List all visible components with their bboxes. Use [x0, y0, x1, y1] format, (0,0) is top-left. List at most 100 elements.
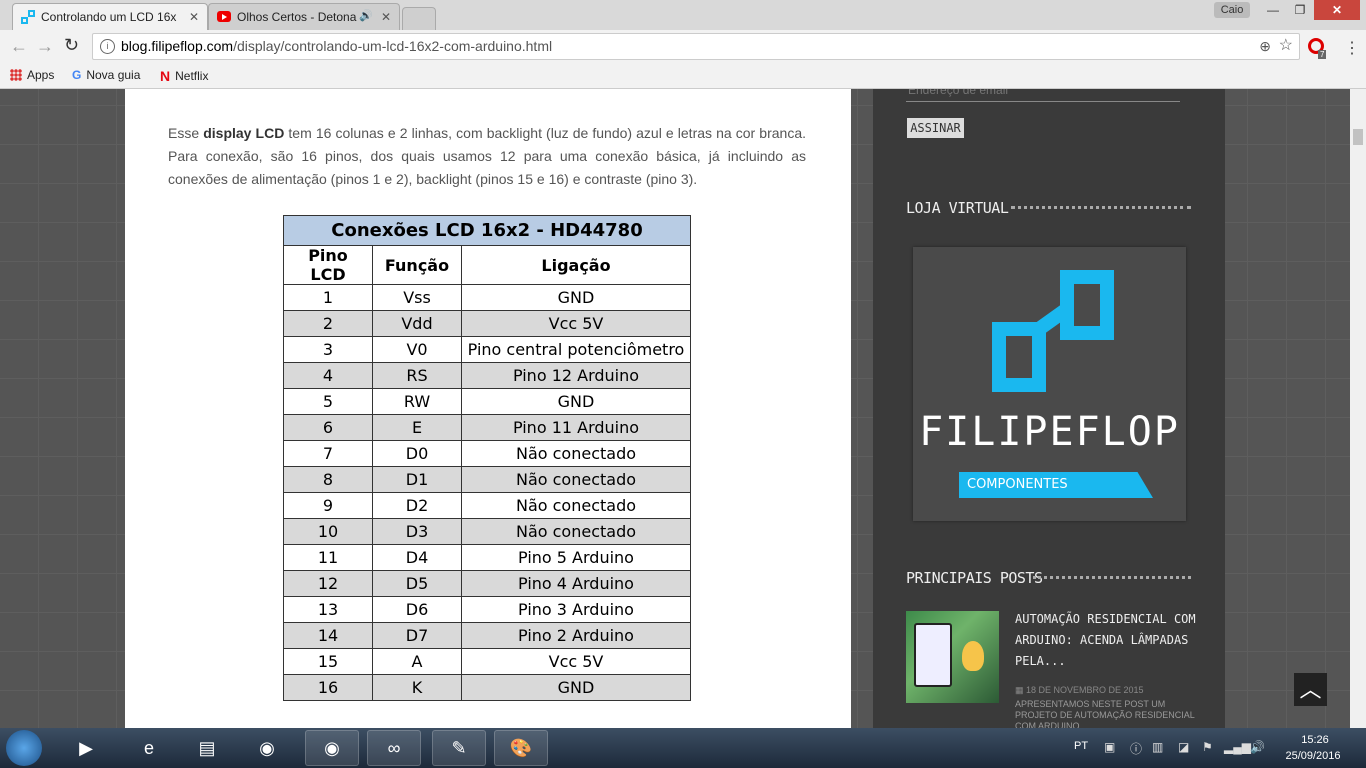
google-icon: G: [72, 68, 82, 82]
filipeflop-favicon-icon: [21, 10, 35, 24]
table-row: 10 D3 Não conectado: [283, 518, 691, 545]
close-window-button[interactable]: ✕: [1314, 0, 1360, 20]
table-cell: D3: [372, 518, 462, 545]
action-center-icon[interactable]: ⚑: [1202, 740, 1213, 754]
bookmark-label: Netflix: [175, 69, 209, 83]
new-tab-button[interactable]: [402, 7, 436, 30]
window-titlebar: Controlando um LCD 16x ✕ Olhos Certos - …: [0, 0, 1366, 30]
media-player-icon[interactable]: ▶: [58, 730, 114, 766]
table-cell: Pino 2 Arduino: [461, 622, 691, 649]
notepad-icon[interactable]: ✎: [432, 730, 486, 766]
bookmark-netflix[interactable]: N Netflix: [160, 68, 208, 84]
chevron-up-icon: ︿: [1299, 677, 1322, 702]
maximize-button[interactable]: ❐: [1287, 0, 1313, 20]
table-cell: D6: [372, 596, 462, 623]
forward-arrow-icon[interactable]: →: [36, 36, 54, 57]
table-cell: 1: [283, 284, 373, 311]
volume-icon[interactable]: 🔊: [1250, 740, 1265, 754]
table-cell: RS: [372, 362, 462, 389]
table-row: 15 A Vcc 5V: [283, 648, 691, 675]
bookmark-label: Apps: [27, 68, 55, 82]
apps-grid-icon: [10, 69, 22, 81]
table-cell: Pino 4 Arduino: [461, 570, 691, 597]
column-header: Função: [372, 245, 462, 285]
table-row: 8 D1 Não conectado: [283, 466, 691, 493]
bookmark-apps[interactable]: Apps: [10, 68, 54, 82]
post-thumbnail[interactable]: [906, 611, 999, 703]
post-title-link[interactable]: AUTOMAÇÃO RESIDENCIAL COM ARDUINO: ACEND…: [1015, 609, 1205, 672]
start-button[interactable]: [6, 730, 42, 766]
table-row: 1 Vss GND: [283, 284, 691, 311]
clock-date[interactable]: 25/09/2016: [1280, 750, 1346, 762]
tab-title: Olhos Certos - Detona: [237, 10, 357, 24]
table-cell: Vcc 5V: [461, 648, 691, 675]
close-tab-icon[interactable]: ✕: [381, 10, 391, 24]
subscribe-button[interactable]: ASSINAR: [907, 118, 964, 138]
store-banner[interactable]: FILIPEFLOP COMPONENTES ELETRÔNICOS: [913, 247, 1186, 521]
network-icon[interactable]: ▥: [1152, 740, 1163, 754]
table-cell: D5: [372, 570, 462, 597]
table-cell: D4: [372, 544, 462, 571]
table-row: 13 D6 Pino 3 Arduino: [283, 596, 691, 623]
phone-image: [914, 623, 952, 687]
table-cell: 7: [283, 440, 373, 467]
reload-icon[interactable]: ↻: [64, 35, 79, 56]
internet-explorer-icon[interactable]: e: [122, 730, 176, 766]
table-cell: 10: [283, 518, 373, 545]
table-cell: 3: [283, 336, 373, 363]
lamp-image: [962, 641, 984, 671]
arduino-icon[interactable]: ∞: [367, 730, 421, 766]
bookmark-nova-guia[interactable]: G Nova guia: [72, 68, 140, 82]
table-cell: Pino 3 Arduino: [461, 596, 691, 623]
scrollbar-thumb[interactable]: [1353, 129, 1363, 145]
table-cell: V0: [372, 336, 462, 363]
table-cell: Pino 5 Arduino: [461, 544, 691, 571]
tray-app-icon[interactable]: ▣: [1104, 740, 1115, 754]
language-indicator[interactable]: PT: [1074, 740, 1088, 752]
table-cell: 4: [283, 362, 373, 389]
page-scrollbar[interactable]: [1350, 89, 1366, 729]
clock-time[interactable]: 15:26: [1290, 734, 1340, 746]
nvidia-icon[interactable]: ◪: [1178, 740, 1189, 754]
bookmark-label: Nova guia: [86, 68, 141, 82]
table-row: 4 RS Pino 12 Arduino: [283, 362, 691, 389]
post-date-text: 18 DE NOVEMBRO DE 2015: [1026, 685, 1144, 695]
table-cell: D1: [372, 466, 462, 493]
tab-title: Controlando um LCD 16x: [41, 10, 177, 24]
extension-badge: 7: [1318, 50, 1327, 59]
paint-icon[interactable]: 🎨: [494, 730, 548, 766]
profile-button[interactable]: Caio: [1214, 2, 1250, 18]
signal-icon[interactable]: ▂▄▆: [1224, 740, 1251, 754]
logo-tagline: COMPONENTES ELETRÔNICOS: [959, 472, 1153, 498]
table-row: 14 D7 Pino 2 Arduino: [283, 622, 691, 649]
tab-controlando-lcd[interactable]: Controlando um LCD 16x ✕: [12, 3, 208, 30]
table-cell: Vss: [372, 284, 462, 311]
zoom-icon[interactable]: ⊕: [1259, 34, 1271, 59]
filipeflop-logo-icon: [992, 270, 1114, 392]
bookmarks-bar: Apps G Nova guia N Netflix: [0, 64, 1366, 89]
file-explorer-icon[interactable]: ▤: [180, 730, 234, 766]
address-bar[interactable]: i blog.filipeflop.com/display/controlando…: [92, 33, 1300, 60]
article-content: Esse display LCD tem 16 colunas e 2 linh…: [125, 89, 851, 729]
email-field[interactable]: [906, 89, 1180, 102]
minimize-button[interactable]: —: [1260, 0, 1286, 20]
table-cell: Pino 12 Arduino: [461, 362, 691, 389]
table-cell: RW: [372, 388, 462, 415]
tab-olhos-certos[interactable]: Olhos Certos - Detona 🔊 ✕: [208, 3, 400, 30]
lcd-connections-table: Conexões LCD 16x2 - HD44780 Pino LCD Fun…: [283, 215, 691, 701]
table-cell: A: [372, 648, 462, 675]
chrome-active-icon[interactable]: ◉: [305, 730, 359, 766]
bookmark-star-icon[interactable]: ☆: [1279, 33, 1293, 58]
info-icon[interactable]: i: [100, 39, 115, 54]
browser-menu-icon[interactable]: ⋮: [1344, 38, 1360, 58]
info-tray-icon[interactable]: ⓘ: [1130, 740, 1142, 757]
table-cell: Não conectado: [461, 466, 691, 493]
chrome-icon[interactable]: ◉: [240, 730, 294, 766]
logo-wordmark: FILIPEFLOP: [919, 409, 1180, 455]
close-tab-icon[interactable]: ✕: [189, 10, 199, 24]
table-row: 11 D4 Pino 5 Arduino: [283, 544, 691, 571]
scroll-to-top-button[interactable]: ︿: [1294, 673, 1327, 706]
sidebar: ASSINAR LOJA VIRTUAL FILIPEFLOP COMPONEN…: [873, 89, 1225, 729]
back-arrow-icon[interactable]: ←: [10, 36, 28, 57]
table-cell: Vcc 5V: [461, 310, 691, 337]
